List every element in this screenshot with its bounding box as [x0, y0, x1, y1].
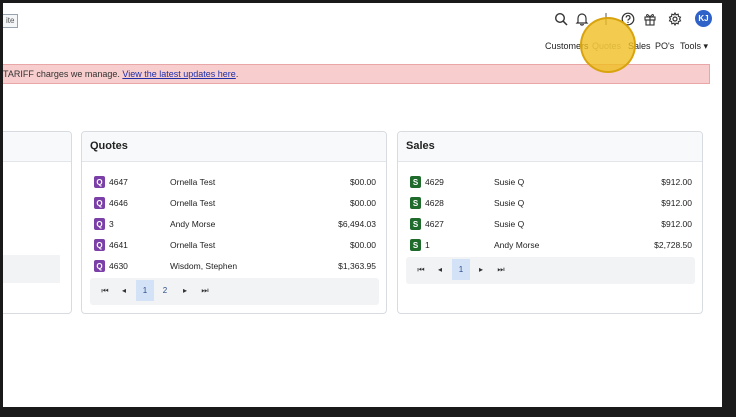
quote-badge-icon: Q — [94, 239, 105, 251]
quote-customer: Ornella Test — [170, 177, 216, 187]
window-title-fragment: ite — [3, 14, 19, 28]
quote-badge-icon: Q — [94, 197, 105, 209]
sale-amount: $912.00 — [661, 198, 692, 208]
quote-customer: Wisdom, Stephen — [170, 261, 238, 271]
gear-icon[interactable] — [667, 11, 683, 27]
pager-last-button[interactable]: ⏭ — [196, 280, 214, 301]
quote-amount: $00.00 — [350, 198, 376, 208]
quotes-card-title: Quotes — [82, 132, 386, 162]
help-icon[interactable] — [620, 11, 636, 27]
quote-badge-icon: Q — [94, 176, 105, 188]
bell-icon[interactable] — [574, 11, 590, 27]
sale-amount: $2,728.50 — [654, 240, 692, 250]
quote-customer: Ornella Test — [170, 240, 216, 250]
separator-icon — [598, 11, 614, 27]
banner-suffix: . — [235, 69, 239, 79]
quote-badge-icon: Q — [94, 218, 105, 230]
quote-row[interactable]: Q 4630 Wisdom, Stephen $1,363.95 — [90, 256, 380, 277]
app-window: ite KJ Customers Quotes Sales PO's Tools… — [3, 3, 722, 407]
banner-text: TARIFF charges we manage. — [3, 69, 123, 79]
sales-card-title: Sales — [398, 132, 702, 162]
quote-number[interactable]: 4646 — [109, 198, 128, 208]
quote-number[interactable]: 4641 — [109, 240, 128, 250]
sale-number[interactable]: 1 — [425, 240, 430, 250]
sale-badge-icon: S — [410, 239, 421, 251]
gift-icon[interactable] — [642, 11, 658, 27]
pager-prev-button[interactable]: ◂ — [115, 280, 133, 301]
nav-pos[interactable]: PO's — [655, 41, 674, 51]
nav-quotes[interactable]: Quotes — [592, 41, 621, 51]
sale-amount: $912.00 — [661, 219, 692, 229]
quote-badge-icon: Q — [94, 260, 105, 272]
top-bar: ite KJ — [3, 3, 722, 36]
left-card-header — [3, 132, 71, 162]
pager-next-button[interactable]: ▸ — [176, 280, 194, 301]
pager-prev-button[interactable]: ◂ — [431, 259, 449, 280]
quote-number[interactable]: 3 — [109, 219, 114, 229]
sale-customer: Susie Q — [494, 198, 525, 208]
sale-customer: Susie Q — [494, 177, 525, 187]
pager-first-button[interactable]: ⏮ — [96, 280, 114, 301]
tariff-notice-banner: TARIFF charges we manage. View the lates… — [3, 64, 710, 84]
quote-row[interactable]: Q 3 Andy Morse $6,494.03 — [90, 214, 380, 235]
quote-customer: Ornella Test — [170, 198, 216, 208]
pager-next-button[interactable]: ▸ — [472, 259, 490, 280]
banner-updates-link[interactable]: View the latest updates here — [122, 69, 235, 79]
sale-row[interactable]: S 4628 Susie Q $912.00 — [406, 193, 696, 214]
quote-amount: $00.00 — [350, 240, 376, 250]
user-avatar[interactable]: KJ — [695, 10, 712, 27]
sales-pagination: ⏮ ◂ 1 ▸ ⏭ — [406, 257, 695, 284]
sale-number[interactable]: 4627 — [425, 219, 444, 229]
quote-row[interactable]: Q 4641 Ornella Test $00.00 — [90, 235, 380, 256]
left-card-pager — [3, 255, 60, 283]
quote-row[interactable]: Q 4646 Ornella Test $00.00 — [90, 193, 380, 214]
sale-row[interactable]: S 4629 Susie Q $912.00 — [406, 172, 696, 193]
quote-amount: $6,494.03 — [338, 219, 376, 229]
sale-badge-icon: S — [410, 218, 421, 230]
quotes-card: Quotes Q 4647 Ornella Test $00.00 Q 4646… — [81, 131, 387, 314]
nav-sales[interactable]: Sales — [628, 41, 651, 51]
sale-customer: Andy Morse — [494, 240, 540, 250]
quote-number[interactable]: 4647 — [109, 177, 128, 187]
quote-customer: Andy Morse — [170, 219, 216, 229]
quotes-pagination: ⏮ ◂ 1 2 ▸ ⏭ — [90, 278, 379, 305]
pager-page-1[interactable]: 1 — [452, 259, 470, 280]
main-nav: Customers Quotes Sales PO's Tools ▾ — [3, 36, 722, 60]
nav-tools-dropdown[interactable]: Tools ▾ — [680, 41, 708, 52]
sale-badge-icon: S — [410, 176, 421, 188]
sale-row[interactable]: S 4627 Susie Q $912.00 — [406, 214, 696, 235]
sale-customer: Susie Q — [494, 219, 525, 229]
pager-last-button[interactable]: ⏭ — [492, 259, 510, 280]
pager-page-2[interactable]: 2 — [156, 280, 174, 301]
sales-card: Sales S 4629 Susie Q $912.00 S 4628 Susi… — [397, 131, 703, 314]
quote-number[interactable]: 4630 — [109, 261, 128, 271]
sale-amount: $912.00 — [661, 177, 692, 187]
pager-page-1[interactable]: 1 — [136, 280, 154, 301]
left-card-partial — [3, 131, 72, 314]
sale-row[interactable]: S 1 Andy Morse $2,728.50 — [406, 235, 696, 256]
quote-row[interactable]: Q 4647 Ornella Test $00.00 — [90, 172, 380, 193]
sale-number[interactable]: 4629 — [425, 177, 444, 187]
sale-number[interactable]: 4628 — [425, 198, 444, 208]
nav-customers[interactable]: Customers — [545, 41, 589, 51]
search-icon[interactable] — [553, 11, 569, 27]
pager-first-button[interactable]: ⏮ — [412, 259, 430, 280]
quote-amount: $1,363.95 — [338, 261, 376, 271]
sale-badge-icon: S — [410, 197, 421, 209]
quote-amount: $00.00 — [350, 177, 376, 187]
